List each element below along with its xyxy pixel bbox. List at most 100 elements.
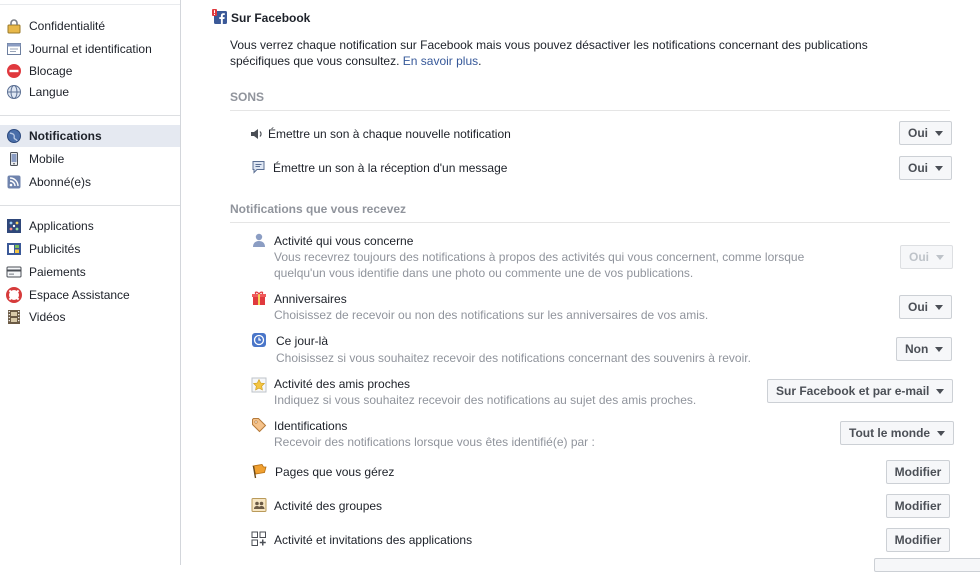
intro-text: Vous verrez chaque notification sur Face…: [230, 37, 910, 69]
sound-notification-dropdown[interactable]: Oui: [899, 121, 952, 145]
sidebar-item-paiements[interactable]: Paiements: [0, 261, 180, 283]
sidebar-item-label: Publicités: [29, 242, 81, 256]
sidebar-item-langue[interactable]: Langue: [0, 81, 180, 103]
sounds-divider: [230, 110, 950, 111]
lifebuoy-icon: [6, 287, 22, 303]
settings-sidebar: Confidentialité Journal et identificatio…: [0, 0, 181, 565]
groups-activity-edit-button[interactable]: Modifier: [886, 494, 950, 518]
dropdown-value: Oui: [909, 250, 929, 264]
intro-body: Vous verrez chaque notification sur Face…: [230, 38, 868, 68]
sidebar-item-journal[interactable]: Journal et identification: [0, 38, 180, 60]
sidebar-item-espace-assistance[interactable]: Espace Assistance: [0, 284, 180, 306]
sidebar-item-mobile[interactable]: Mobile: [0, 148, 180, 170]
chevron-down-icon: [935, 165, 943, 171]
dropdown-value: Oui: [908, 126, 928, 140]
sidebar-item-label: Espace Assistance: [29, 288, 130, 302]
sidebar-item-blocage[interactable]: Blocage: [0, 60, 180, 82]
sidebar-item-confidentialite[interactable]: Confidentialité: [0, 15, 180, 37]
chevron-down-icon: [935, 130, 943, 136]
sound-message-label: Émettre un son à la réception d'un messa…: [273, 161, 508, 175]
birthdays-desc: Choisissez de recevoir ou non des notifi…: [274, 308, 709, 322]
film-icon: [6, 309, 22, 325]
dropdown-value: Oui: [908, 161, 928, 175]
sidebar-item-label: Confidentialité: [29, 19, 106, 33]
star-icon: [251, 377, 267, 393]
activity-concerning-desc-line2: quelqu'un vous identifie dans une photo …: [274, 266, 694, 280]
timeline-icon: [6, 41, 22, 57]
message-bubble-icon: [251, 159, 267, 175]
learn-more-suffix: .: [478, 54, 482, 68]
tag-icon: [251, 417, 267, 433]
close-friends-desc: Indiquez si vous souhaitez recevoir des …: [274, 393, 697, 407]
sidebar-item-notifications[interactable]: Notifications: [0, 125, 180, 147]
sidebar-item-applications[interactable]: Applications: [0, 215, 180, 237]
globe-icon: [6, 84, 22, 100]
partial-button-edge[interactable]: [874, 558, 980, 572]
received-heading: Notifications que vous recevez: [230, 202, 407, 216]
sidebar-item-abonnes[interactable]: Abonné(e)s: [0, 171, 180, 193]
ads-icon: [6, 241, 22, 257]
chevron-down-icon: [936, 254, 944, 260]
apps-invitations-icon: [251, 531, 267, 547]
chevron-down-icon: [936, 388, 945, 394]
activity-concerning-title: Activité qui vous concerne: [274, 234, 414, 248]
rss-icon: [6, 174, 22, 190]
on-this-day-desc: Choisissez si vous souhaitez recevoir de…: [276, 351, 751, 365]
sidebar-item-label: Applications: [29, 219, 94, 233]
sound-notification-label: Émettre un son à chaque nouvelle notific…: [268, 127, 511, 141]
speaker-icon: [249, 126, 265, 142]
dropdown-value: Tout le monde: [849, 426, 931, 440]
facebook-notification-icon: [212, 9, 228, 25]
groups-icon: [251, 497, 267, 513]
sidebar-item-label: Vidéos: [29, 310, 66, 324]
clock-icon: [251, 332, 267, 348]
pages-managed-edit-button[interactable]: Modifier: [886, 460, 950, 484]
on-this-day-dropdown[interactable]: Non: [896, 337, 953, 361]
birthdays-title: Anniversaires: [274, 292, 347, 306]
mobile-icon: [6, 151, 22, 167]
chevron-down-icon: [935, 346, 944, 352]
chevron-down-icon: [937, 430, 946, 436]
tags-desc: Recevoir des notifications lorsque vous …: [274, 435, 595, 449]
learn-more-link[interactable]: En savoir plus: [403, 54, 478, 68]
sidebar-item-label: Langue: [29, 85, 70, 99]
sidebar-item-publicites[interactable]: Publicités: [0, 238, 180, 260]
sidebar-top-divider: [0, 4, 180, 5]
dropdown-value: Oui: [908, 300, 928, 314]
close-friends-dropdown[interactable]: Sur Facebook et par e-mail: [767, 379, 954, 403]
sidebar-item-label: Mobile: [29, 152, 65, 166]
sidebar-item-label: Abonné(e)s: [29, 175, 92, 189]
groups-activity-title: Activité des groupes: [274, 499, 383, 513]
activity-concerning-desc-line1: Vous recevrez toujours des notifications…: [274, 250, 805, 264]
notifications-globe-icon: [6, 128, 22, 144]
close-friends-title: Activité des amis proches: [274, 377, 411, 391]
tags-dropdown[interactable]: Tout le monde: [840, 421, 955, 445]
apps-icon: [6, 218, 22, 234]
sidebar-item-label: Journal et identification: [29, 42, 152, 56]
apps-invitations-edit-button[interactable]: Modifier: [886, 528, 950, 552]
sidebar-divider: [0, 115, 180, 116]
sidebar-item-videos[interactable]: Vidéos: [0, 306, 180, 328]
section-title: Sur Facebook: [231, 11, 311, 25]
gift-icon: [251, 290, 267, 306]
dropdown-value: Sur Facebook et par e-mail: [776, 384, 930, 398]
pages-managed-title: Pages que vous gérez: [275, 465, 395, 479]
on-this-day-title: Ce jour-là: [276, 334, 329, 348]
chevron-down-icon: [935, 304, 943, 310]
sidebar-item-label: Blocage: [29, 64, 73, 78]
padlock-icon: [6, 18, 22, 34]
apps-invitations-title: Activité et invitations des applications: [274, 533, 473, 547]
sound-message-dropdown[interactable]: Oui: [899, 156, 952, 180]
tags-title: Identifications: [274, 419, 348, 433]
activity-concerning-dropdown: Oui: [900, 245, 953, 269]
received-divider: [230, 222, 950, 223]
sidebar-divider: [0, 205, 180, 206]
sidebar-item-label: Paiements: [29, 265, 86, 279]
sounds-heading: SONS: [230, 90, 265, 104]
dropdown-value: Non: [905, 342, 929, 356]
credit-card-icon: [6, 264, 22, 280]
person-icon: [251, 232, 267, 248]
block-icon: [6, 63, 22, 79]
flag-icon: [251, 463, 267, 479]
birthdays-dropdown[interactable]: Oui: [899, 295, 952, 319]
